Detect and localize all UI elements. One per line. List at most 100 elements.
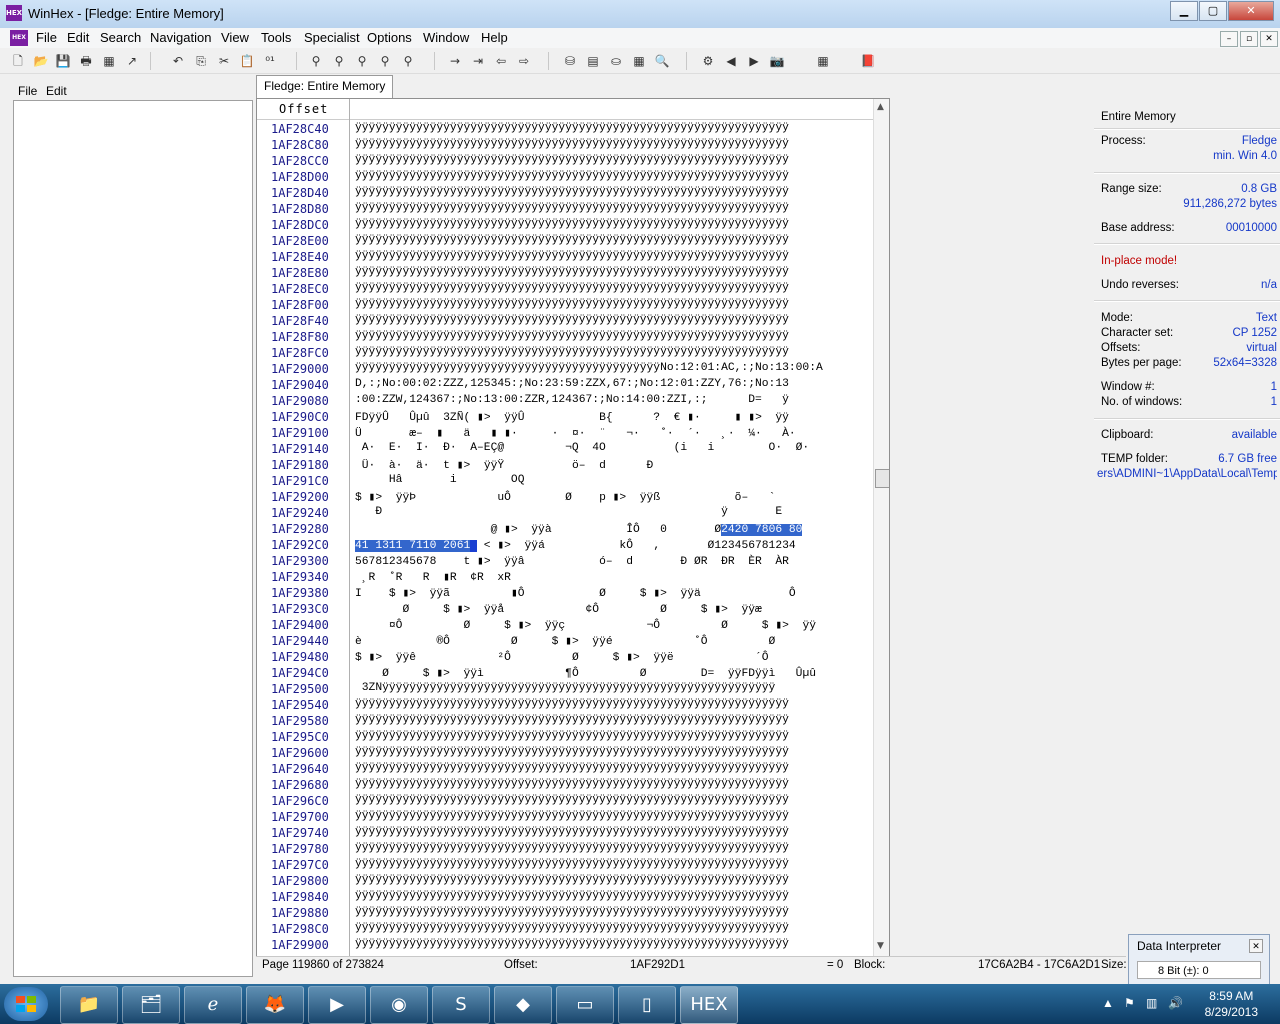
row-text[interactable]: ÿÿÿÿÿÿÿÿÿÿÿÿÿÿÿÿÿÿÿÿÿÿÿÿÿÿÿÿÿÿÿÿÿÿÿÿÿÿÿÿ… <box>355 202 869 214</box>
row-text[interactable]: Ä· È· Ì· Ð· À–ÈÇ@ ¬Q 4O (i i Ò· Ø· <box>355 442 869 454</box>
hex-row[interactable]: 1AF28E40 ÿÿÿÿÿÿÿÿÿÿÿÿÿÿÿÿÿÿÿÿÿÿÿÿÿÿÿÿÿÿÿÿ… <box>257 249 873 265</box>
row-text[interactable]: ÿÿÿÿÿÿÿÿÿÿÿÿÿÿÿÿÿÿÿÿÿÿÿÿÿÿÿÿÿÿÿÿÿÿÿÿÿÿÿÿ… <box>355 906 869 918</box>
export-icon[interactable]: ↗ <box>124 53 140 69</box>
hex-row[interactable]: 1AF29180 Ü· à· ä· t ▮> ÿÿŸ ö– d Ð <box>257 457 873 473</box>
hex-row[interactable]: 1AF296C0 ÿÿÿÿÿÿÿÿÿÿÿÿÿÿÿÿÿÿÿÿÿÿÿÿÿÿÿÿÿÿÿÿ… <box>257 793 873 809</box>
hex-row[interactable]: 1AF28DC0 ÿÿÿÿÿÿÿÿÿÿÿÿÿÿÿÿÿÿÿÿÿÿÿÿÿÿÿÿÿÿÿÿ… <box>257 217 873 233</box>
taskbar-cmd-icon[interactable]: ▭ <box>556 986 614 1024</box>
tray-show-hidden-icon[interactable]: ▲ <box>1102 996 1114 1010</box>
hex-row[interactable]: 1AF295C0 ÿÿÿÿÿÿÿÿÿÿÿÿÿÿÿÿÿÿÿÿÿÿÿÿÿÿÿÿÿÿÿÿ… <box>257 729 873 745</box>
row-text[interactable]: ¸R ˚R R ▮R ¢R xR <box>355 570 869 584</box>
hex-row[interactable]: 1AF28F40 ÿÿÿÿÿÿÿÿÿÿÿÿÿÿÿÿÿÿÿÿÿÿÿÿÿÿÿÿÿÿÿÿ… <box>257 313 873 329</box>
row-text[interactable]: ÿÿÿÿÿÿÿÿÿÿÿÿÿÿÿÿÿÿÿÿÿÿÿÿÿÿÿÿÿÿÿÿÿÿÿÿÿÿÿÿ… <box>355 154 869 166</box>
scrollbar-thumb[interactable] <box>875 469 889 488</box>
hex-row[interactable]: 1AF28EC0 ÿÿÿÿÿÿÿÿÿÿÿÿÿÿÿÿÿÿÿÿÿÿÿÿÿÿÿÿÿÿÿÿ… <box>257 281 873 297</box>
find-hex-icon[interactable]: ⚲ <box>331 53 347 69</box>
hex-row[interactable]: 1AF290C0 FDÿÿÛ Ûµû 3ZÑ( ▮> ÿÿÛ B{ ? € ▮· … <box>257 409 873 425</box>
directory-browser-list[interactable] <box>13 100 253 977</box>
winhex-app-icon[interactable]: HEX <box>6 5 22 21</box>
hex-row[interactable]: 1AF29900 ÿÿÿÿÿÿÿÿÿÿÿÿÿÿÿÿÿÿÿÿÿÿÿÿÿÿÿÿÿÿÿÿ… <box>257 937 873 953</box>
hex-row[interactable]: 1AF29300 567812345678 t ▮> ÿÿâ ó– d Ð ØR … <box>257 553 873 569</box>
menu-edit[interactable]: Edit <box>67 30 89 45</box>
hex-row[interactable]: 1AF28D40 ÿÿÿÿÿÿÿÿÿÿÿÿÿÿÿÿÿÿÿÿÿÿÿÿÿÿÿÿÿÿÿÿ… <box>257 185 873 201</box>
row-text[interactable]: $ ▮> ÿÿê ²Ô Ø $ ▮> ÿÿë ´Ô <box>355 650 869 664</box>
menu-navigation[interactable]: Navigation <box>150 30 211 45</box>
row-text[interactable]: ÿÿÿÿÿÿÿÿÿÿÿÿÿÿÿÿÿÿÿÿÿÿÿÿÿÿÿÿÿÿÿÿÿÿÿÿÿÿÿÿ… <box>355 730 869 742</box>
row-text[interactable]: ÿÿÿÿÿÿÿÿÿÿÿÿÿÿÿÿÿÿÿÿÿÿÿÿÿÿÿÿÿÿÿÿÿÿÿÿÿÿÿÿ… <box>355 266 869 278</box>
options-grid-icon[interactable]: ▦ <box>815 53 831 69</box>
snapshot-icon[interactable]: ⚙ <box>700 53 716 69</box>
hex-row[interactable]: 1AF29040 D,:;No:00:02:ZZZ,125345:;No:23:5… <box>257 377 873 393</box>
row-text[interactable]: $ ▮> ÿÿÞ uÔ Ø p ▮> ÿÿß õ– ` <box>355 490 869 504</box>
hex-row[interactable]: 1AF29140 Ä· È· Ì· Ð· À–ÈÇ@ ¬Q 4O (i i Ò·… <box>257 441 873 457</box>
taskbar-libraries-icon[interactable]: 🗂 <box>122 986 180 1024</box>
row-text[interactable]: ÿÿÿÿÿÿÿÿÿÿÿÿÿÿÿÿÿÿÿÿÿÿÿÿÿÿÿÿÿÿÿÿÿÿÿÿÿÿÿÿ… <box>355 330 869 342</box>
row-text[interactable]: 3ZÑÿÿÿÿÿÿÿÿÿÿÿÿÿÿÿÿÿÿÿÿÿÿÿÿÿÿÿÿÿÿÿÿÿÿÿÿÿ… <box>355 682 869 694</box>
scroll-down-icon[interactable]: ▼ <box>877 941 884 951</box>
row-text[interactable]: Hâ i ÔQ <box>355 474 869 486</box>
hex-row[interactable]: 1AF28C40 ÿÿÿÿÿÿÿÿÿÿÿÿÿÿÿÿÿÿÿÿÿÿÿÿÿÿÿÿÿÿÿÿ… <box>257 121 873 137</box>
document-menu-icon[interactable]: HEX <box>10 30 28 46</box>
hex-row[interactable]: 1AF28FC0 ÿÿÿÿÿÿÿÿÿÿÿÿÿÿÿÿÿÿÿÿÿÿÿÿÿÿÿÿÿÿÿÿ… <box>257 345 873 361</box>
maximize-button[interactable]: ▢ <box>1199 1 1227 21</box>
hex-row[interactable]: 1AF28F00 ÿÿÿÿÿÿÿÿÿÿÿÿÿÿÿÿÿÿÿÿÿÿÿÿÿÿÿÿÿÿÿÿ… <box>257 297 873 313</box>
hex-row[interactable]: 1AF29380 I $ ▮> ÿÿã ▮Ô Ø $ ▮> ÿÿä Ô <box>257 585 873 601</box>
row-text[interactable]: ÿÿÿÿÿÿÿÿÿÿÿÿÿÿÿÿÿÿÿÿÿÿÿÿÿÿÿÿÿÿÿÿÿÿÿÿÿÿÿÿ… <box>355 250 869 262</box>
calculator-icon[interactable]: ▦ <box>631 53 647 69</box>
hex-editor[interactable]: Offset 1AF28C40 ÿÿÿÿÿÿÿÿÿÿÿÿÿÿÿÿÿÿÿÿÿÿÿÿÿ… <box>256 98 890 957</box>
row-text[interactable]: Ü· à· ä· t ▮> ÿÿŸ ö– d Ð <box>355 458 869 472</box>
row-text[interactable]: ÿÿÿÿÿÿÿÿÿÿÿÿÿÿÿÿÿÿÿÿÿÿÿÿÿÿÿÿÿÿÿÿÿÿÿÿÿÿÿÿ… <box>355 362 869 374</box>
left-panel-file-menu[interactable]: File <box>18 84 37 98</box>
tray-volume-icon[interactable]: 🔊 <box>1168 996 1183 1010</box>
row-text[interactable]: ÿÿÿÿÿÿÿÿÿÿÿÿÿÿÿÿÿÿÿÿÿÿÿÿÿÿÿÿÿÿÿÿÿÿÿÿÿÿÿÿ… <box>355 874 869 886</box>
hex-row[interactable]: 1AF293C0 Ø $ ▮> ÿÿå ¢Ô Ø $ ▮> ÿÿæ <box>257 601 873 617</box>
row-text[interactable]: Ð ÿ È <box>355 506 869 518</box>
taskbar-skype-icon[interactable]: S <box>432 986 490 1024</box>
goto-offset-icon[interactable]: → <box>447 53 463 69</box>
hex-row[interactable]: 1AF28E00 ÿÿÿÿÿÿÿÿÿÿÿÿÿÿÿÿÿÿÿÿÿÿÿÿÿÿÿÿÿÿÿÿ… <box>257 233 873 249</box>
save-icon[interactable]: 💾 <box>55 53 71 69</box>
new-file-icon[interactable]: 🗋 <box>10 53 26 69</box>
hex-row[interactable]: 1AF29080:00:ZZW,124367:;No:13:00:ZZR,124… <box>257 393 873 409</box>
row-text[interactable]: 567812345678 t ▮> ÿÿâ ó– d Ð ØR ÐR ÈR ÀR <box>355 554 869 568</box>
replace-text-icon[interactable]: ⚲ <box>354 53 370 69</box>
row-text[interactable]: è ®Ô Ø $ ▮> ÿÿé ˚Ô Ø <box>355 634 869 648</box>
row-text[interactable]: ÿÿÿÿÿÿÿÿÿÿÿÿÿÿÿÿÿÿÿÿÿÿÿÿÿÿÿÿÿÿÿÿÿÿÿÿÿÿÿÿ… <box>355 746 869 758</box>
mdi-close-button[interactable]: ✕ <box>1260 31 1278 47</box>
back-icon[interactable]: ⇦ <box>493 53 509 69</box>
menu-view[interactable]: View <box>221 30 249 45</box>
hex-row[interactable]: 1AF29280 @ ▮> ÿÿà ÎÔ 0 Ø2420 7806 80 <box>257 521 873 537</box>
hex-row[interactable]: 1AF28C80 ÿÿÿÿÿÿÿÿÿÿÿÿÿÿÿÿÿÿÿÿÿÿÿÿÿÿÿÿÿÿÿÿ… <box>257 137 873 153</box>
row-text[interactable]: ÿÿÿÿÿÿÿÿÿÿÿÿÿÿÿÿÿÿÿÿÿÿÿÿÿÿÿÿÿÿÿÿÿÿÿÿÿÿÿÿ… <box>355 778 869 790</box>
row-text[interactable]: ÿÿÿÿÿÿÿÿÿÿÿÿÿÿÿÿÿÿÿÿÿÿÿÿÿÿÿÿÿÿÿÿÿÿÿÿÿÿÿÿ… <box>355 890 869 902</box>
selected-text[interactable]: 41 1311 7110 2061 <box>355 540 471 552</box>
row-text[interactable]: ÿÿÿÿÿÿÿÿÿÿÿÿÿÿÿÿÿÿÿÿÿÿÿÿÿÿÿÿÿÿÿÿÿÿÿÿÿÿÿÿ… <box>355 186 869 198</box>
row-text[interactable]: 41 1311 7110 2061 < ▮> ÿÿá kÔ , Ø1234567… <box>355 538 869 552</box>
row-text[interactable]: ÿÿÿÿÿÿÿÿÿÿÿÿÿÿÿÿÿÿÿÿÿÿÿÿÿÿÿÿÿÿÿÿÿÿÿÿÿÿÿÿ… <box>355 794 869 806</box>
offset-column-header[interactable]: Offset <box>279 102 328 116</box>
menu-options[interactable]: Options <box>367 30 412 45</box>
row-text[interactable]: ÿÿÿÿÿÿÿÿÿÿÿÿÿÿÿÿÿÿÿÿÿÿÿÿÿÿÿÿÿÿÿÿÿÿÿÿÿÿÿÿ… <box>355 938 869 950</box>
row-text[interactable]: ÿÿÿÿÿÿÿÿÿÿÿÿÿÿÿÿÿÿÿÿÿÿÿÿÿÿÿÿÿÿÿÿÿÿÿÿÿÿÿÿ… <box>355 922 869 934</box>
undo-icon[interactable]: ↶ <box>170 53 186 69</box>
hex-row[interactable]: 1AF28F80 ÿÿÿÿÿÿÿÿÿÿÿÿÿÿÿÿÿÿÿÿÿÿÿÿÿÿÿÿÿÿÿÿ… <box>257 329 873 345</box>
hex-row[interactable]: 1AF29880 ÿÿÿÿÿÿÿÿÿÿÿÿÿÿÿÿÿÿÿÿÿÿÿÿÿÿÿÿÿÿÿÿ… <box>257 905 873 921</box>
hex-row[interactable]: 1AF29840 ÿÿÿÿÿÿÿÿÿÿÿÿÿÿÿÿÿÿÿÿÿÿÿÿÿÿÿÿÿÿÿÿ… <box>257 889 873 905</box>
hex-row[interactable]: 1AF29440 è ®Ô Ø $ ▮> ÿÿé ˚Ô Ø <box>257 633 873 649</box>
hex-row[interactable]: 1AF29500 3ZÑÿÿÿÿÿÿÿÿÿÿÿÿÿÿÿÿÿÿÿÿÿÿÿÿÿÿÿÿ… <box>257 681 873 697</box>
row-text[interactable]: ÿÿÿÿÿÿÿÿÿÿÿÿÿÿÿÿÿÿÿÿÿÿÿÿÿÿÿÿÿÿÿÿÿÿÿÿÿÿÿÿ… <box>355 314 869 326</box>
row-text[interactable]: ÿÿÿÿÿÿÿÿÿÿÿÿÿÿÿÿÿÿÿÿÿÿÿÿÿÿÿÿÿÿÿÿÿÿÿÿÿÿÿÿ… <box>355 810 869 822</box>
taskbar-firefox-icon[interactable]: 🦊 <box>246 986 304 1024</box>
taskbar-chrome-icon[interactable]: ◉ <box>370 986 428 1024</box>
properties-icon[interactable]: ▦ <box>101 53 117 69</box>
hex-row[interactable]: 1AF29100 Ü æ– ▮ ä ▮ ▮· · ¤· ¨ ¬· ˚· ´· ¸·… <box>257 425 873 441</box>
print-icon[interactable]: 🖶 <box>78 53 94 69</box>
find-text-icon[interactable]: ⚲ <box>308 53 324 69</box>
disk-tools-icon[interactable]: ⛀ <box>608 53 624 69</box>
disk-icon[interactable]: ⛁ <box>562 53 578 69</box>
taskbar-media-player-icon[interactable]: ▶ <box>308 986 366 1024</box>
hex-row[interactable]: 1AF29400 ¤Ô Ø $ ▮> ÿÿç ¬Ô Ø $ ▮> ÿÿ <box>257 617 873 633</box>
copy-icon[interactable]: ⎘ <box>193 53 209 69</box>
row-text[interactable]: FDÿÿÛ Ûµû 3ZÑ( ▮> ÿÿÛ B{ ? € ▮· ▮ ▮> ÿÿ <box>355 410 869 424</box>
menu-window[interactable]: Window <box>423 30 469 45</box>
